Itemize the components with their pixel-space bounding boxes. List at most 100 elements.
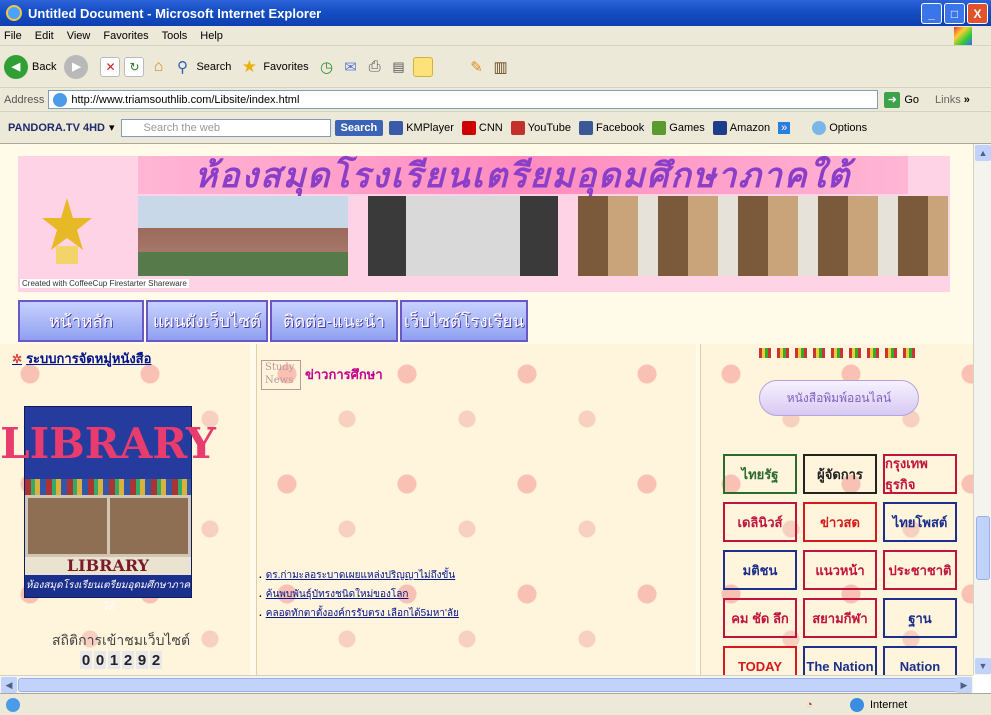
newspaper-logo[interactable]: Nation bbox=[883, 646, 957, 675]
favorites-button[interactable]: ★ Favorites bbox=[239, 57, 309, 77]
site-banner: ห้องสมุดโรงเรียนเตรียมอุดมศึกษาภาคใต้ Cr… bbox=[18, 156, 950, 292]
middle-column: Study News ข่าวการศึกษา ดร.ก่ามะลอระบาดเ… bbox=[256, 344, 696, 675]
newspaper-logo[interactable]: ไทยโพสต์ bbox=[883, 502, 957, 542]
visitor-stats-label: สถิติการเข้าชมเว็บไซต์ bbox=[52, 632, 191, 648]
window-controls: _ □ X bbox=[921, 3, 988, 24]
horizontal-scroll-thumb[interactable] bbox=[18, 678, 958, 692]
decorative-dots bbox=[759, 348, 915, 358]
link-games[interactable]: Games bbox=[652, 120, 705, 135]
go-button[interactable]: Go bbox=[904, 94, 919, 106]
discuss-icon[interactable] bbox=[412, 56, 433, 77]
newspaper-logo[interactable]: คม ชัด ลึก bbox=[723, 598, 797, 638]
web-search-input[interactable]: Search the web bbox=[120, 118, 331, 137]
menu-edit[interactable]: Edit bbox=[35, 30, 54, 42]
list-item[interactable]: คลอดทักตาตั้งองค์กรรับตรง เลือกได้5มหา'ล… bbox=[259, 606, 459, 621]
edit-page-icon[interactable]: ▤ bbox=[389, 57, 409, 77]
vertical-scrollbar[interactable]: ▲ ▼ bbox=[973, 144, 991, 675]
newspaper-logo[interactable]: ผู้จัดการ bbox=[803, 454, 877, 494]
scroll-left-icon[interactable]: ◀ bbox=[1, 677, 17, 693]
links-chevron-icon[interactable]: » bbox=[964, 94, 970, 106]
link-youtube[interactable]: YouTube bbox=[510, 120, 571, 135]
window-title-bar: Untitled Document - Microsoft Internet E… bbox=[0, 0, 991, 26]
nav-sitemap[interactable]: แผนผังเว็บไซต์ bbox=[146, 300, 268, 342]
links-label[interactable]: Links bbox=[935, 94, 961, 106]
list-item[interactable]: ค้นพบพันธุ์บัทรงชนิดใหม่ของโลก bbox=[259, 587, 459, 602]
link-kmplayer[interactable]: KMPlayer bbox=[389, 120, 454, 135]
newspaper-logo[interactable]: ข่าวสด bbox=[803, 502, 877, 542]
left-column: ✲ ระบบการจัดหมู่หนังสือ LIBRARY LIBRARY … bbox=[0, 344, 250, 675]
menu-view[interactable]: View bbox=[67, 30, 91, 42]
nav-contact[interactable]: ติดต่อ-แนะนำ bbox=[270, 300, 398, 342]
link-facebook[interactable]: Facebook bbox=[578, 120, 644, 135]
newspaper-logo[interactable]: ประชาชาติ bbox=[883, 550, 957, 590]
go-arrow-icon[interactable]: ➜ bbox=[884, 91, 901, 108]
web-search-button[interactable]: Search bbox=[334, 119, 384, 136]
library-photos bbox=[25, 495, 191, 557]
newspaper-logo[interactable]: สยามกีฬา bbox=[803, 598, 877, 638]
scroll-down-icon[interactable]: ▼ bbox=[975, 658, 991, 674]
search-button[interactable]: ⚲ Search bbox=[172, 57, 231, 77]
home-icon[interactable]: ⌂ bbox=[148, 57, 168, 77]
counter-digit: 0 bbox=[80, 651, 92, 669]
forward-button[interactable]: ▶ bbox=[64, 54, 92, 79]
print-icon[interactable]: ⎙ bbox=[365, 57, 385, 77]
facebook-icon bbox=[578, 120, 593, 135]
messenger-icon[interactable]: ✎ bbox=[467, 57, 487, 77]
scroll-up-icon[interactable]: ▲ bbox=[975, 145, 991, 161]
back-button[interactable]: ◀ Back bbox=[4, 54, 56, 79]
amazon-icon bbox=[712, 120, 727, 135]
link-amazon[interactable]: Amazon bbox=[712, 120, 770, 135]
forward-arrow-icon: ▶ bbox=[64, 54, 89, 79]
scroll-right-icon[interactable]: ▶ bbox=[956, 677, 972, 693]
newspaper-logo[interactable]: เดลินิวส์ bbox=[723, 502, 797, 542]
newspaper-logo[interactable]: The Nation bbox=[803, 646, 877, 675]
cnn-icon bbox=[461, 120, 476, 135]
newspaper-logo[interactable]: แนวหน้า bbox=[803, 550, 877, 590]
options-icon bbox=[812, 120, 827, 135]
menu-help[interactable]: Help bbox=[200, 30, 223, 42]
close-button[interactable]: X bbox=[967, 3, 988, 24]
refresh-icon[interactable]: ↻ bbox=[124, 56, 145, 77]
newspaper-logo[interactable]: มติชน bbox=[723, 550, 797, 590]
horizontal-scrollbar[interactable]: ◀ ▶ bbox=[0, 675, 973, 693]
menu-favorites[interactable]: Favorites bbox=[103, 30, 148, 42]
nav-school-website[interactable]: เว็บไซต์โรงเรียน bbox=[400, 300, 528, 342]
status-bar: ◔ Internet bbox=[0, 693, 991, 715]
online-newspapers-badge: หนังสือพิมพ์ออนไลน์ bbox=[759, 380, 919, 416]
history-icon[interactable]: ◷ bbox=[317, 57, 337, 77]
counter-digit: 2 bbox=[150, 651, 162, 669]
vertical-scroll-thumb[interactable] bbox=[976, 516, 990, 580]
minimize-button[interactable]: _ bbox=[921, 3, 942, 24]
options-button[interactable]: Options bbox=[812, 120, 867, 135]
more-links-icon[interactable]: » bbox=[778, 121, 791, 134]
classification-link[interactable]: ✲ ระบบการจัดหมู่หนังสือ bbox=[12, 348, 151, 369]
newspaper-logo[interactable]: กรุงเทพธุรกิจ bbox=[883, 454, 957, 494]
page-icon bbox=[53, 92, 68, 107]
newspaper-logo[interactable]: TODAY bbox=[723, 646, 797, 675]
address-label: Address bbox=[4, 93, 45, 106]
menu-bar: File Edit View Favorites Tools Help bbox=[0, 26, 991, 46]
counter-digit: 2 bbox=[122, 651, 134, 669]
mail-icon[interactable]: ✉ bbox=[341, 57, 361, 77]
school-building-photo bbox=[138, 196, 348, 276]
dropdown-arrow-icon[interactable]: ▾ bbox=[109, 121, 115, 134]
link-cnn[interactable]: CNN bbox=[461, 120, 503, 135]
menu-tools[interactable]: Tools bbox=[162, 30, 188, 42]
book-spines-strip bbox=[25, 479, 191, 495]
flower-bullet-icon: ✲ bbox=[12, 351, 23, 366]
library-banner-image[interactable]: LIBRARY LIBRARY ห้องสมุดโรงเรียนเตรียมอุ… bbox=[0, 406, 216, 613]
nav-home[interactable]: หน้าหลัก bbox=[18, 300, 144, 342]
menu-file[interactable]: File bbox=[4, 30, 22, 42]
maximize-button[interactable]: □ bbox=[944, 3, 965, 24]
pandora-logo[interactable]: PANDORA.TV 4HD bbox=[8, 122, 105, 134]
privacy-icon[interactable]: ◔ bbox=[806, 699, 813, 711]
internet-zone-icon bbox=[850, 697, 864, 712]
address-input[interactable]: http://www.triamsouthlib.com/Libsite/ind… bbox=[48, 90, 879, 109]
newspaper-logo[interactable]: ฐาน bbox=[883, 598, 957, 638]
research-icon[interactable]: ▥ bbox=[491, 57, 511, 77]
newspaper-grid: ไทยรัฐ ผู้จัดการ กรุงเทพธุรกิจ เดลินิวส์… bbox=[723, 454, 957, 675]
list-item[interactable]: ดร.ก่ามะลอระบาดเผยแหล่งปริญญาไม่ถึงขั้น bbox=[259, 568, 459, 583]
newspaper-logo[interactable]: ไทยรัฐ bbox=[723, 454, 797, 494]
stop-icon[interactable]: ✕ bbox=[100, 56, 121, 77]
library-title-art: LIBRARY bbox=[0, 407, 216, 479]
